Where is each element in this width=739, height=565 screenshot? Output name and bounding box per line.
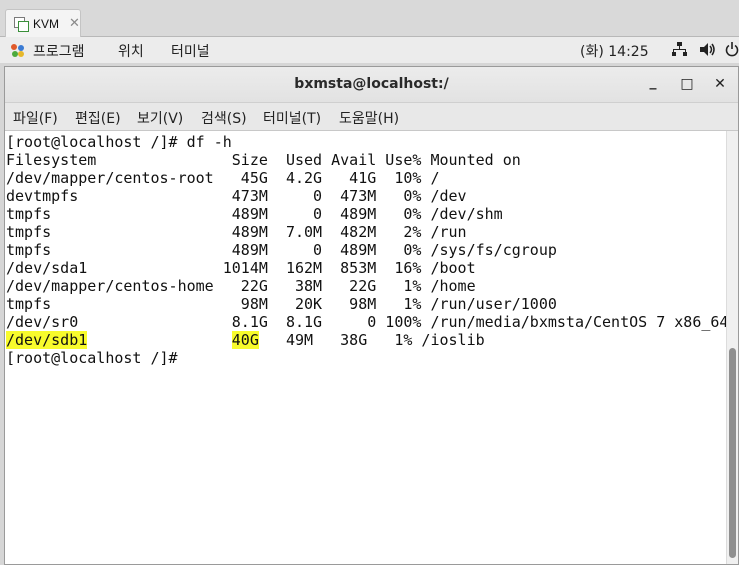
tab-kvm[interactable]: KVM ✕: [5, 9, 81, 37]
table-row: /dev/mapper/centos-home 22G 38M 22G 1% /…: [6, 277, 476, 295]
menu-view[interactable]: 보기(V): [137, 108, 183, 128]
table-row: /dev/sr0 8.1G 8.1G 0 100% /run/media/bxm…: [6, 313, 726, 331]
row-padding: [87, 331, 232, 349]
menu-file[interactable]: 파일(F): [13, 108, 58, 128]
tab-strip: KVM ✕: [0, 0, 739, 37]
minimize-button[interactable]: _: [642, 71, 664, 93]
apps-icon: [11, 44, 25, 58]
table-row: /dev/mapper/centos-root 45G 4.2G 41G 10%…: [6, 169, 440, 187]
row-rest: 49M 38G 1% /ioslib: [258, 331, 485, 349]
network-icon[interactable]: [672, 42, 687, 61]
applications-label: 프로그램: [33, 44, 85, 60]
table-row-highlighted: /dev/sdb1 40G 49M 38G 1% /ioslib: [6, 331, 485, 349]
volume-icon[interactable]: [700, 42, 716, 61]
menu-search[interactable]: 검색(S): [201, 108, 247, 128]
terminal-app-menu[interactable]: 터미널: [171, 41, 210, 61]
table-row: tmpfs 489M 0 489M 0% /dev/shm: [6, 205, 503, 223]
terminal-output[interactable]: [root@localhost /]# df -h Filesystem Siz…: [5, 131, 726, 564]
menu-terminal[interactable]: 터미널(T): [263, 108, 321, 128]
table-header: Filesystem Size Used Avail Use% Mounted …: [6, 151, 521, 169]
command-line: [root@localhost /]# df -h: [6, 133, 232, 151]
window-icon: [14, 17, 29, 32]
terminal-window: bxmsta@localhost:/ _ □ ✕ 파일(F) 편집(E) 보기(…: [4, 66, 739, 565]
menu-edit[interactable]: 편집(E): [75, 108, 121, 128]
table-row: tmpfs 489M 0 489M 0% /sys/fs/cgroup: [6, 241, 557, 259]
clock[interactable]: (화) 14:25: [580, 41, 649, 61]
close-button[interactable]: ✕: [709, 73, 731, 95]
highlighted-device: /dev/sdb1: [6, 331, 88, 349]
scrollbar[interactable]: [726, 131, 738, 564]
window-title: bxmsta@localhost:/: [294, 76, 449, 92]
menu-bar: 파일(F) 편집(E) 보기(V) 검색(S) 터미널(T) 도움말(H): [5, 103, 738, 131]
maximize-button[interactable]: □: [676, 73, 698, 95]
power-icon[interactable]: [725, 42, 739, 61]
places-menu[interactable]: 위치: [118, 41, 144, 61]
table-row: /dev/sda1 1014M 162M 853M 16% /boot: [6, 259, 476, 277]
menu-help[interactable]: 도움말(H): [339, 108, 399, 128]
command-prompt[interactable]: [root@localhost /]#: [6, 349, 187, 367]
tab-title: KVM: [33, 16, 60, 31]
table-row: devtmpfs 473M 0 473M 0% /dev: [6, 187, 467, 205]
title-bar[interactable]: bxmsta@localhost:/ _ □ ✕: [5, 67, 738, 103]
table-row: tmpfs 489M 7.0M 482M 2% /run: [6, 223, 467, 241]
table-row: tmpfs 98M 20K 98M 1% /run/user/1000: [6, 295, 557, 313]
highlighted-size: 40G: [231, 331, 259, 349]
applications-menu[interactable]: 프로그램: [11, 41, 85, 61]
top-bar: 프로그램 위치 터미널 (화) 14:25: [0, 37, 739, 63]
close-icon[interactable]: ✕: [69, 16, 80, 31]
scrollbar-thumb[interactable]: [729, 348, 736, 558]
